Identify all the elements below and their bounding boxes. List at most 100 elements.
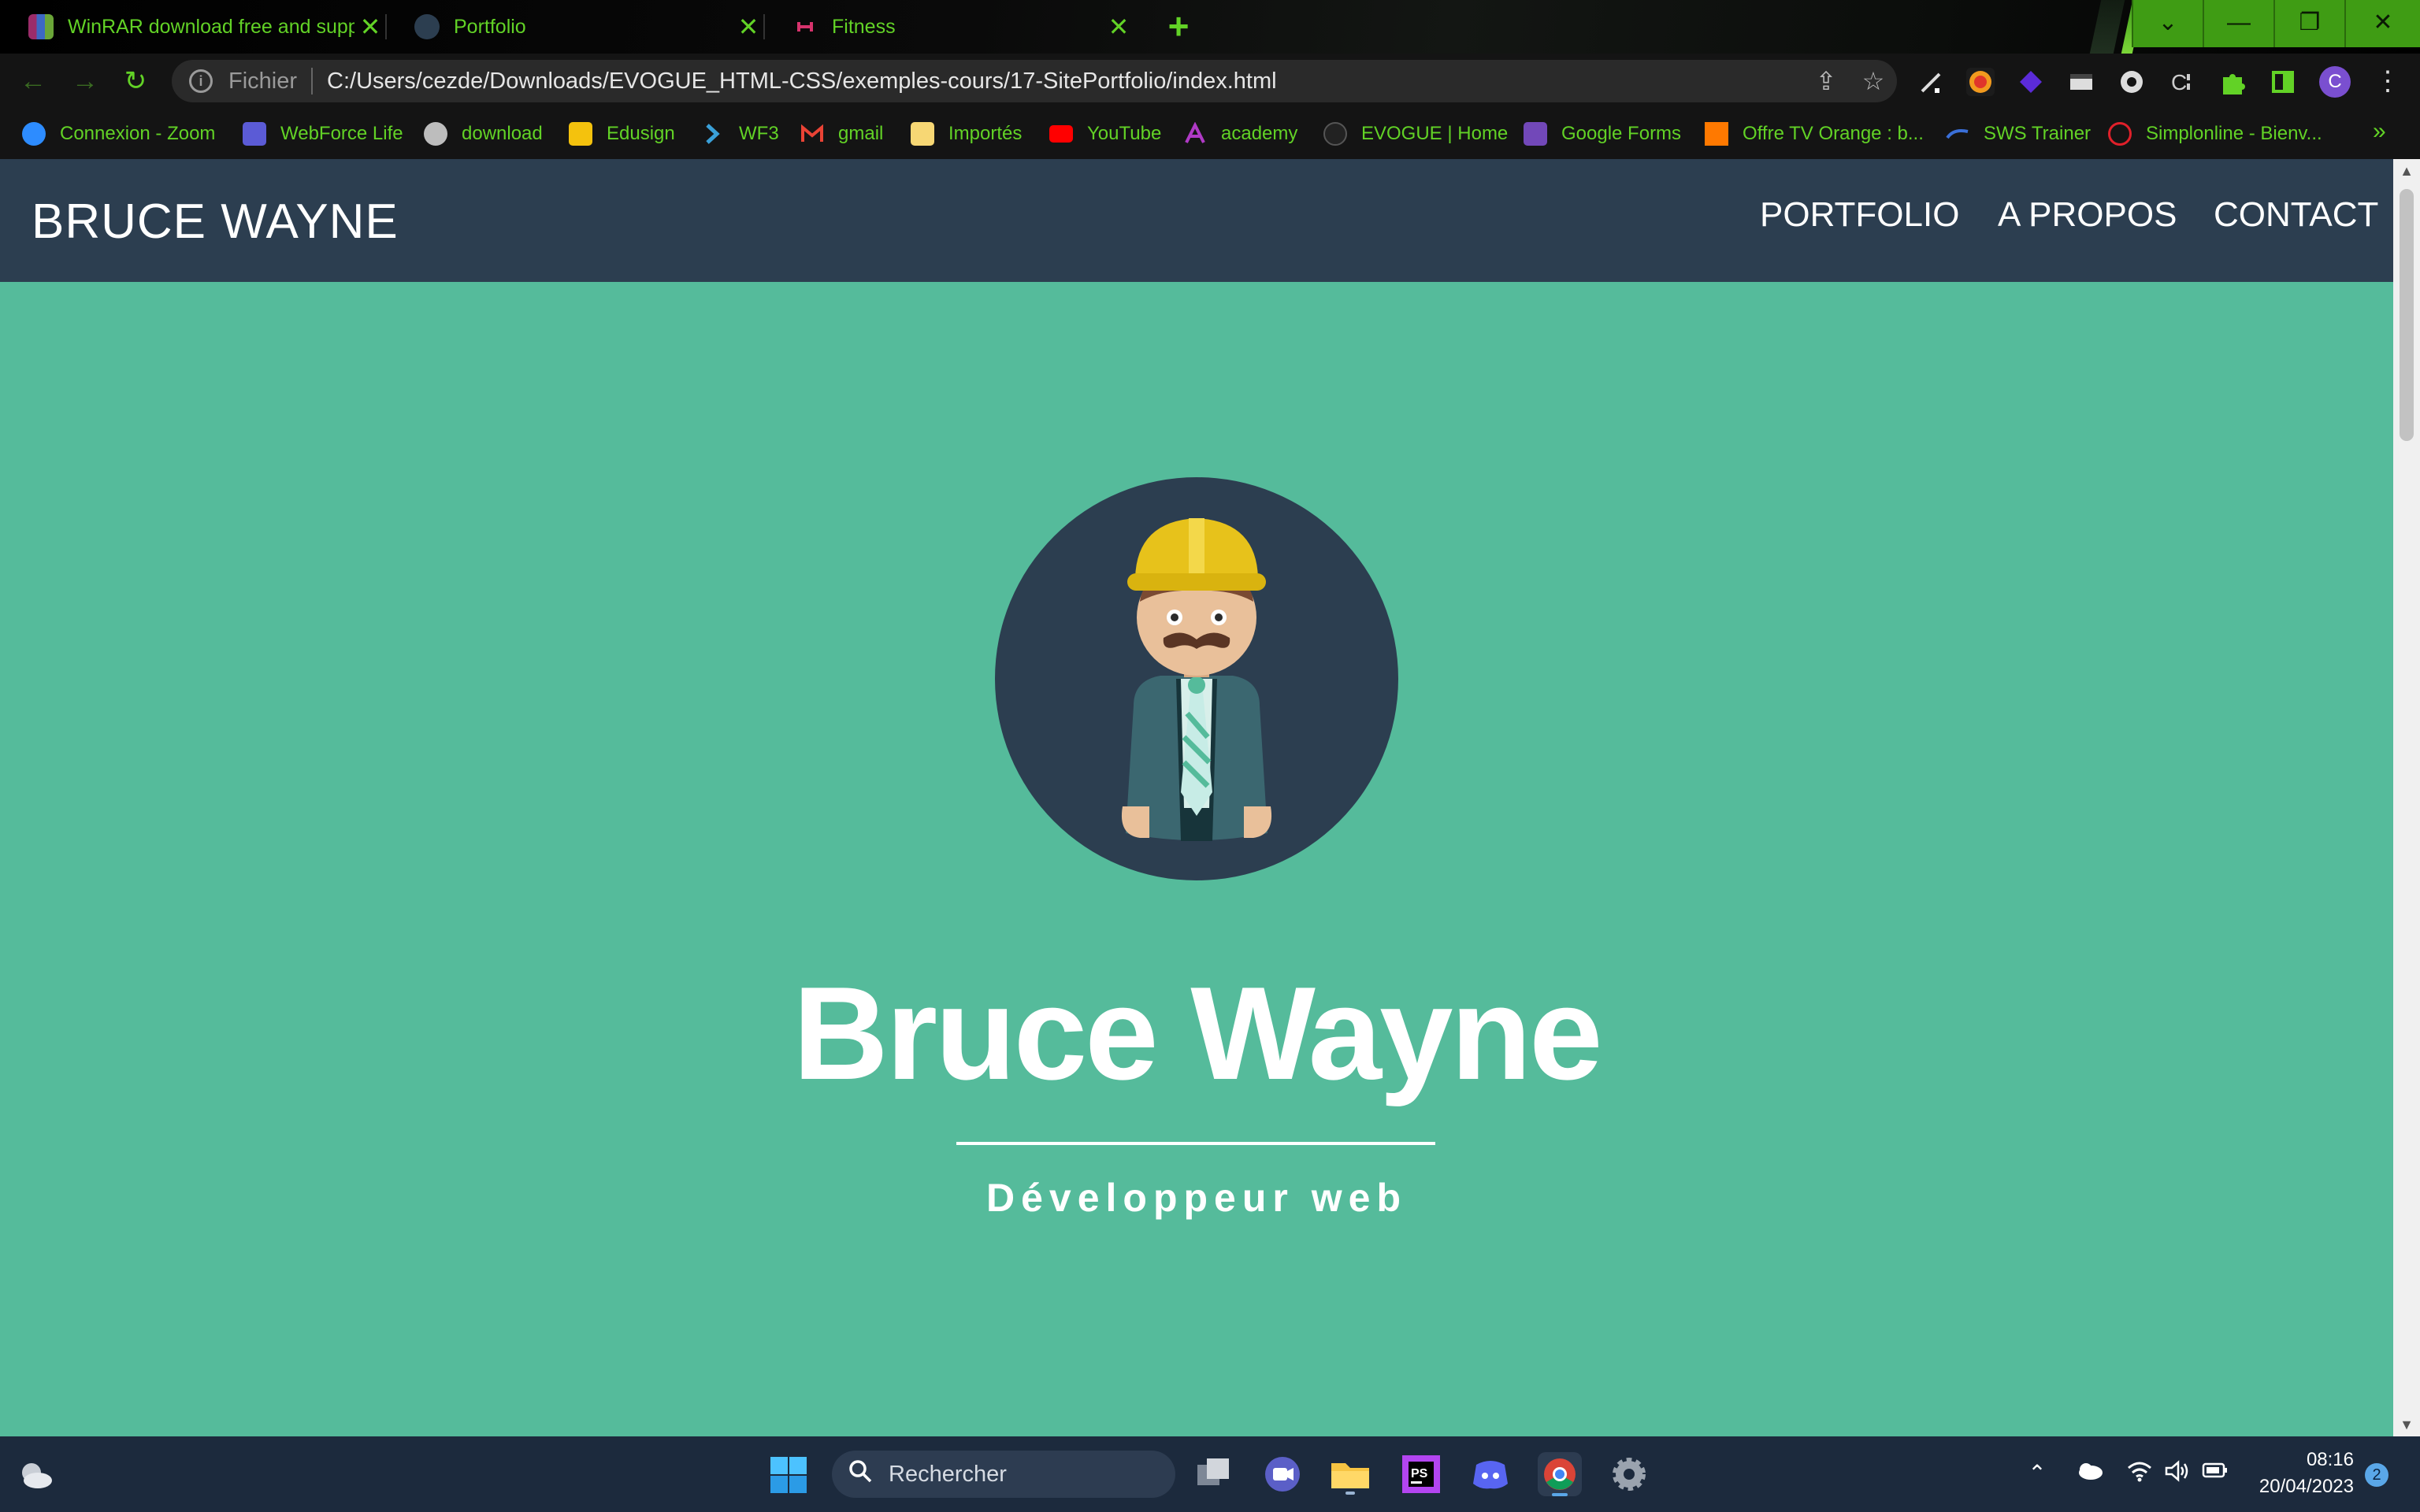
tab-close-button[interactable]: ✕ — [1103, 12, 1134, 42]
scroll-thumb[interactable] — [2400, 189, 2414, 441]
settings-gear-icon[interactable] — [1607, 1452, 1651, 1496]
tab-search-dropdown-button[interactable]: ⌄ — [2132, 0, 2203, 47]
bookmark-wf3[interactable]: WF3 — [701, 120, 779, 148]
url-text[interactable]: C:/Users/cezde/Downloads/EVOGUE_HTML-CSS… — [327, 69, 1802, 94]
scroll-down-arrow-icon[interactable]: ▼ — [2393, 1413, 2420, 1436]
orange-icon — [1705, 122, 1728, 146]
svg-text:PS: PS — [1411, 1467, 1428, 1480]
extensions-puzzle-icon[interactable] — [2218, 68, 2247, 96]
sq-extension-icon[interactable] — [1966, 68, 1995, 96]
avatar-favicon-icon — [414, 14, 440, 39]
winrar-icon — [28, 14, 54, 39]
bookmark-importes[interactable]: Importés — [911, 120, 1022, 148]
diamond-extension-icon[interactable] — [2017, 68, 2045, 96]
restore-button[interactable]: ❐ — [2273, 0, 2344, 47]
circle-extension-icon[interactable] — [2118, 68, 2146, 96]
tab-portfolio[interactable]: Portfolio ✕ — [386, 0, 764, 54]
bookmark-star-icon[interactable]: ☆ — [1850, 66, 1897, 96]
bookmark-youtube[interactable]: YouTube — [1049, 120, 1161, 148]
nav-link-a-propos[interactable]: A PROPOS — [1998, 195, 2177, 235]
bookmark-sws-trainer[interactable]: SWS Trainer — [1946, 120, 2091, 148]
background-streak — [2089, 0, 2125, 54]
tab-fitness[interactable]: Fitness ✕ — [764, 0, 1134, 54]
academy-icon — [1183, 121, 1207, 146]
wifi-icon[interactable] — [2124, 1460, 2155, 1488]
browser-menu-button[interactable]: ⋮ — [2374, 68, 2401, 96]
share-icon[interactable]: ⇪ — [1802, 66, 1850, 96]
gmail-icon — [800, 122, 824, 146]
tab-close-button[interactable]: ✕ — [354, 12, 386, 42]
chevron-up-icon[interactable]: ⌃ — [2021, 1460, 2053, 1486]
forward-button[interactable]: → — [69, 66, 101, 98]
bookmark-gmail[interactable]: gmail — [800, 120, 883, 148]
window-extension-icon[interactable] — [2067, 68, 2095, 96]
bookmark-label: download — [462, 123, 543, 144]
bookmark-academy[interactable]: academy — [1183, 120, 1297, 148]
bookmark-edusign[interactable]: Edusign — [569, 120, 675, 148]
bookmark-label: academy — [1221, 123, 1298, 144]
globe-icon — [424, 122, 447, 146]
bookmark-label: Connexion - Zoom — [60, 123, 216, 144]
tab-close-button[interactable]: ✕ — [733, 12, 764, 42]
bookmark-google-forms[interactable]: Google Forms — [1524, 120, 1681, 148]
teams-chat-icon[interactable] — [1260, 1452, 1305, 1496]
code-extension-icon[interactable]: C — [2168, 68, 2196, 96]
tab-title: Portfolio — [454, 15, 526, 38]
phpstorm-icon[interactable]: PS — [1399, 1452, 1443, 1496]
profile-avatar[interactable]: C — [2319, 66, 2351, 98]
nav-link-portfolio[interactable]: PORTFOLIO — [1760, 195, 1959, 235]
edusign-icon — [569, 122, 592, 146]
bookmark-zoom[interactable]: Connexion - Zoom — [22, 120, 215, 148]
search-icon — [848, 1458, 879, 1490]
bookmark-download[interactable]: download — [424, 120, 543, 148]
taskbar-search-box[interactable]: Rechercher — [832, 1451, 1175, 1498]
youtube-icon — [1049, 125, 1073, 143]
evogue-icon — [1323, 122, 1347, 146]
tab-title: WinRAR download free and supp — [68, 15, 354, 38]
tab-winrar[interactable]: WinRAR download free and supp ✕ — [0, 0, 386, 54]
file-explorer-icon[interactable] — [1328, 1452, 1372, 1496]
close-window-button[interactable]: ✕ — [2344, 0, 2420, 47]
sws-icon — [1946, 122, 1969, 146]
bookmark-label: gmail — [838, 123, 884, 144]
webforce-icon — [243, 122, 266, 146]
volume-icon[interactable] — [2162, 1460, 2193, 1488]
address-bar[interactable]: i Fichier C:/Users/cezde/Downloads/EVOGU… — [172, 60, 1897, 102]
bookmark-webforce-life[interactable]: WebForce Life — [243, 120, 403, 148]
bookmark-label: Google Forms — [1561, 123, 1682, 144]
bookmark-label: WF3 — [739, 123, 779, 144]
page-scrollbar[interactable]: ▲ ▼ — [2393, 159, 2420, 1436]
task-view-icon[interactable] — [1191, 1452, 1235, 1496]
bookmark-label: SWS Trainer — [1984, 123, 2092, 144]
windows-start-icon[interactable] — [769, 1455, 808, 1495]
bookmark-evogue-home[interactable]: EVOGUE | Home — [1323, 120, 1508, 148]
site-brand[interactable]: BRUCE WAYNE — [32, 194, 399, 250]
pen-extension-icon[interactable] — [1917, 68, 1946, 96]
clock-date[interactable]: 20/04/2023 — [2244, 1476, 2354, 1498]
back-button[interactable]: ← — [17, 66, 49, 98]
bookmark-label: Simplonline - Bienv... — [2146, 123, 2322, 144]
tab-title: Fitness — [832, 15, 896, 38]
reload-button[interactable]: ↻ — [120, 66, 151, 98]
side-panel-icon[interactable] — [2269, 68, 2297, 96]
onedrive-cloud-icon[interactable] — [2073, 1460, 2105, 1486]
bookmark-label: WebForce Life — [280, 123, 403, 144]
notification-badge[interactable]: 2 — [2365, 1463, 2388, 1487]
minimize-button[interactable]: — — [2203, 0, 2273, 47]
clock-time[interactable]: 08:16 — [2244, 1449, 2354, 1471]
chrome-icon[interactable] — [1538, 1452, 1582, 1496]
bookmark-simplonline[interactable]: Simplonline - Bienv... — [2108, 120, 2322, 148]
nav-link-contact[interactable]: CONTACT — [2214, 195, 2378, 235]
weather-cloud-icon[interactable] — [17, 1458, 54, 1490]
more-bookmarks-button[interactable]: » — [2373, 118, 2386, 145]
discord-icon[interactable] — [1468, 1452, 1512, 1496]
site-info-icon[interactable]: i — [189, 69, 213, 93]
battery-icon[interactable] — [2199, 1460, 2231, 1485]
new-tab-button[interactable]: + — [1161, 8, 1196, 44]
windows-taskbar: Rechercher PS ⌃ 08:16 20/04/2023 2 — [0, 1436, 2420, 1512]
scheme-divider — [311, 68, 314, 94]
bookmark-orange-tv[interactable]: Offre TV Orange : b... — [1705, 120, 1924, 148]
scroll-up-arrow-icon[interactable]: ▲ — [2393, 159, 2420, 183]
bookmark-label: EVOGUE | Home — [1361, 123, 1509, 144]
profile-avatar-image — [995, 477, 1398, 880]
